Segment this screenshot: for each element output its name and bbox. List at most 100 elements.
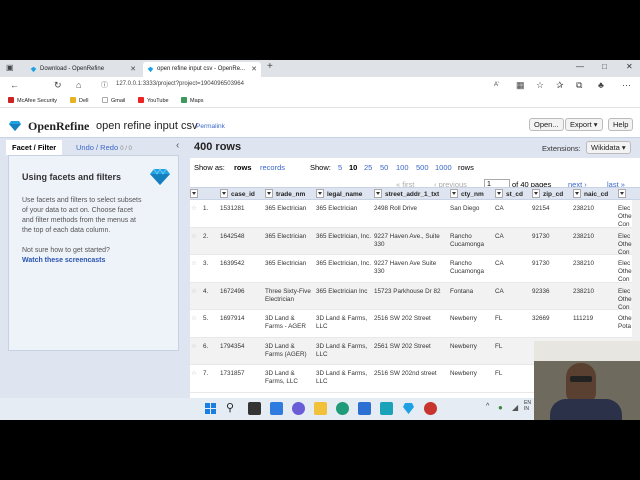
table-cell-zip: 92154 [532,205,550,212]
url-field[interactable]: 127.0.0.1:3333/project?project=190409650… [116,81,244,87]
chevron-down-icon[interactable] [573,189,581,198]
person-head [566,363,596,403]
table-row[interactable]: ☆ 1. 1531281 365 Electrician 365 Electrician… [190,200,640,228]
close-icon[interactable]: ✕ [251,62,257,77]
app-logo[interactable]: OpenRefine [28,119,89,134]
star-icon[interactable]: ☆ [191,370,197,378]
chevron-down-icon[interactable] [190,189,198,198]
tab-undo-redo[interactable]: Undo / Redo 0 / 0 [70,140,138,155]
widgets-icon[interactable] [270,402,283,415]
chevron-down-icon[interactable] [374,189,382,198]
export-button[interactable]: Export ▾ [565,118,603,131]
star-icon[interactable]: ☆ [191,315,197,323]
chevron-down-icon[interactable] [495,189,503,198]
screencasts-link[interactable]: Watch these screencasts [22,256,105,266]
home-icon[interactable]: ⌂ [76,80,81,91]
wifi-icon[interactable]: ◢ [512,403,518,412]
table-row[interactable]: ☆ 4. 1672496 Three Sixty-Five Electrician 36… [190,282,640,311]
star-icon[interactable]: ☆ [191,343,197,351]
table-cell-trade-nm: 365 Electrician [265,232,307,240]
back-icon[interactable]: ← [10,80,19,91]
bookmark-gmail[interactable]: Gmail [102,97,125,104]
refresh-icon[interactable]: ↻ [54,80,62,91]
language-indicator[interactable]: EN IN [524,400,532,412]
tab-project[interactable]: open refine input csv - OpenRe... ✕ [143,62,261,77]
close-icon[interactable]: ✕ [130,62,136,77]
wikidata-button[interactable]: Wikidata ▾ [586,141,631,154]
new-tab-button[interactable]: + [267,61,273,72]
chevron-down-icon[interactable] [265,189,273,198]
more-icon[interactable]: ⋯ [622,80,631,91]
page-size-10[interactable]: 10 [349,163,357,172]
apps-icon[interactable]: ▦ [516,80,525,91]
star-icon[interactable]: ☆ [191,260,197,268]
chevron-down-icon[interactable] [618,189,626,198]
bookmark-mcafee[interactable]: McAfee Security [8,97,57,104]
extensions-icon[interactable]: ♣ [598,80,604,91]
tray-app-icon[interactable]: ● [498,403,503,412]
search-icon[interactable]: ⚲ [226,401,234,414]
page-size-5[interactable]: 5 [338,163,342,172]
bookmarks-bar: McAfee Security Dell Gmail YouTube Maps [0,94,640,108]
chevron-down-icon[interactable] [532,189,540,198]
star-icon[interactable]: ☆ [191,233,197,241]
page-size-100[interactable]: 100 [396,163,409,172]
column-header-all[interactable] [190,189,201,198]
page-size-1000[interactable]: 1000 [435,163,452,172]
recorder-icon[interactable] [424,402,437,415]
tab-download[interactable]: Download - OpenRefine ✕ [26,62,140,77]
project-name[interactable]: open refine input csv [96,120,198,132]
records-mode[interactable]: records [260,163,285,172]
table-row[interactable]: ☆ 5. 1697914 3D Land & Farms - AGER 3D Land … [190,310,640,338]
view-controls: Show as: rows records Show: 5 10 25 50 1… [190,158,640,190]
table-row[interactable]: ☆ 3. 1639542 365 Electrician 365 Electrician… [190,255,640,283]
column-header-naic-cd[interactable]: naic_cd [573,189,608,198]
column-header-st-cd[interactable]: st_cd [495,189,523,198]
openrefine-logo-icon [9,121,21,131]
star-icon[interactable]: ☆ [191,205,197,213]
star-icon[interactable]: ☆ [191,288,197,296]
table-cell-case-id: 1697914 [220,315,245,322]
tab-facet-filter[interactable]: Facet / Filter [6,140,63,155]
column-header-case-id[interactable]: case_id [220,189,255,198]
collections-icon[interactable]: ⧉ [576,80,582,91]
column-header-zip-cd[interactable]: zip_cd [532,189,563,198]
close-window-icon[interactable]: ✕ [626,62,633,71]
column-header-street[interactable]: street_addr_1_txt [374,189,439,198]
open-button[interactable]: Open... [529,118,564,131]
store-icon[interactable] [358,402,371,415]
bookmark-youtube[interactable]: YouTube [138,97,169,104]
read-aloud-icon[interactable]: A’ [494,80,499,91]
tray-chevron-icon[interactable]: ^ [486,403,489,410]
favorites-icon[interactable]: ✰ [556,80,564,91]
column-header-legal-name[interactable]: legal_name [316,189,362,198]
maximize-icon[interactable]: □ [602,62,607,71]
table-row[interactable]: ☆ 2. 1642548 365 Electrician 365 Electrician… [190,227,640,256]
column-header-trade-nm[interactable]: trade_nm [265,189,305,198]
minimize-icon[interactable]: — [576,62,584,71]
task-view-icon[interactable] [248,402,261,415]
chevron-down-icon[interactable] [450,189,458,198]
app-icon[interactable] [380,402,393,415]
edge-icon[interactable] [336,402,349,415]
bookmark-maps[interactable]: Maps [181,97,203,104]
rows-mode[interactable]: rows [234,163,252,172]
help-button[interactable]: Help [608,118,634,131]
collapse-panel-button[interactable]: ‹ [176,140,179,151]
windows-start-icon[interactable] [204,402,217,415]
page-size-500[interactable]: 500 [416,163,429,172]
page-size-50[interactable]: 50 [380,163,388,172]
bookmark-dell[interactable]: Dell [70,97,88,104]
permalink-link[interactable]: Permalink [196,123,225,130]
chevron-down-icon[interactable] [220,189,228,198]
column-header-cty-nm[interactable]: cty_nm [450,189,484,198]
chat-icon[interactable] [292,402,305,415]
column-header-next[interactable] [618,189,629,198]
favorite-icon[interactable]: ☆ [536,80,544,91]
file-explorer-icon[interactable] [314,402,327,415]
info-icon[interactable]: ⓘ [101,80,108,91]
tab-actions-icon[interactable]: ▣ [6,62,14,73]
openrefine-taskbar-icon[interactable] [402,402,415,415]
page-size-25[interactable]: 25 [364,163,372,172]
chevron-down-icon[interactable] [316,189,324,198]
